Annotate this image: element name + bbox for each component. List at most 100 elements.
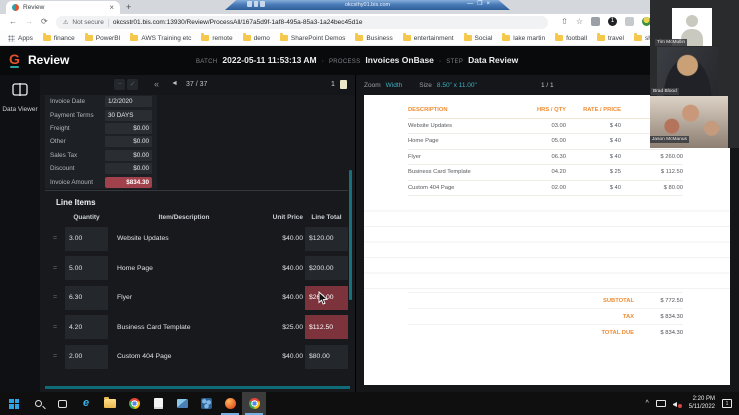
bookmark-folder[interactable]: demo [243, 35, 270, 42]
complete-task-button[interactable]: ✓ [127, 79, 138, 90]
data-viewer-panel: − ✓ « ◄ 37 / 37 1 Invoice Date 1/2/2020 … [40, 75, 355, 392]
description-cell[interactable]: Website Updates [108, 235, 260, 242]
unit-price-cell[interactable]: $40.00 [260, 294, 305, 301]
description-cell[interactable]: Home Page [108, 265, 260, 272]
rdp-pin-lock-icons[interactable] [247, 1, 265, 7]
forward-icon[interactable]: → [25, 18, 33, 26]
drag-handle-icon[interactable]: = [45, 265, 65, 272]
quantity-cell[interactable]: 6.30 [65, 286, 108, 310]
bookmark-folder[interactable]: PowerBI [85, 35, 121, 42]
field-input[interactable]: $0.00 [105, 150, 152, 161]
bookmark-folder[interactable]: Social [464, 35, 493, 42]
chrome-active-button[interactable] [242, 392, 266, 415]
doc-total-row: TOTAL DUE $ 834.30 [408, 324, 683, 340]
internet-explorer-button[interactable]: e [74, 392, 98, 415]
bookmark-folder[interactable]: SharePoint Demos [280, 35, 346, 42]
previous-document-icon[interactable]: ◄ [171, 80, 178, 87]
extension-badge-icon[interactable]: 1 [608, 17, 617, 26]
url-text[interactable]: okcsstr01.bis.com:13930/Review/ProcessAl… [113, 19, 363, 26]
quantity-cell[interactable]: 5.00 [65, 256, 108, 280]
sidebar-item-data-viewer[interactable]: Data Viewer [0, 75, 40, 114]
new-tab-button[interactable]: + [126, 2, 131, 12]
folder-icon [85, 35, 93, 41]
taskbar-clock[interactable]: 2:20 PM 5/11/2022 [689, 396, 715, 412]
field-input[interactable]: $834.30 [105, 177, 152, 188]
first-document-icon[interactable]: « [154, 79, 159, 89]
line-total-cell[interactable]: $200.00 [305, 256, 348, 280]
unit-price-cell[interactable]: $40.00 [260, 235, 305, 242]
quantity-cell[interactable]: 3.00 [65, 227, 108, 251]
description-header: Item/Description [108, 214, 260, 221]
back-icon[interactable]: ← [9, 18, 17, 26]
not-secure-warning-icon[interactable]: ⚠ [63, 19, 68, 26]
chrome-button[interactable] [122, 392, 146, 415]
field-row: Discount $0.00 [45, 162, 157, 175]
vertical-scrollbar[interactable] [349, 170, 352, 300]
bookmark-folder[interactable]: remote [201, 35, 232, 42]
unit-price-cell[interactable]: $25.00 [260, 324, 305, 331]
description-cell[interactable]: Flyer [108, 294, 260, 301]
page-size-value[interactable]: 8.50" x 11.00" [437, 82, 477, 89]
speaker-muted-icon[interactable] [673, 400, 682, 408]
network-app-icon [201, 398, 212, 409]
line-total-cell[interactable]: $80.00 [305, 345, 348, 369]
pin-icon[interactable] [247, 1, 252, 7]
description-cell[interactable]: Custom 404 Page [108, 353, 260, 360]
field-input[interactable]: 30 DAYS [105, 110, 152, 121]
file-explorer-button[interactable] [98, 392, 122, 415]
unit-price-cell[interactable]: $40.00 [260, 353, 305, 360]
folder-icon [555, 35, 563, 41]
doc-header-row: DESCRIPTION HRS / QTY RATE / PRICE [408, 103, 683, 119]
browser-tab[interactable]: Review × [6, 1, 120, 14]
rdp-close-button[interactable]: × [486, 0, 490, 9]
share-icon[interactable]: ⇧ [561, 18, 568, 26]
drag-handle-icon[interactable]: = [45, 324, 65, 331]
extension-icon-2[interactable] [625, 17, 634, 26]
start-button[interactable] [2, 392, 26, 415]
field-input[interactable]: 1/2/2020 [105, 96, 152, 107]
search-button[interactable] [26, 392, 50, 415]
app-button[interactable] [194, 392, 218, 415]
browser-toolbar: ← → ⟳ ⚠ Not secure okcsstr01.bis.com:139… [0, 14, 739, 31]
address-bar[interactable]: ⚠ Not secure okcsstr01.bis.com:13930/Rev… [56, 16, 548, 29]
horizontal-scrollbar[interactable] [45, 386, 350, 389]
description-cell[interactable]: Business Card Template [108, 324, 260, 331]
line-total-cell[interactable]: $112.50 [305, 315, 348, 339]
drag-handle-icon[interactable]: = [45, 235, 65, 242]
extension-icon[interactable] [591, 17, 600, 26]
notepad-button[interactable] [146, 392, 170, 415]
field-input[interactable]: $0.00 [105, 136, 152, 147]
action-center-icon[interactable]: 1 [722, 399, 732, 408]
line-total-cell[interactable]: $120.00 [305, 227, 348, 251]
tab-close-icon[interactable]: × [109, 4, 114, 12]
unit-price-cell[interactable]: $40.00 [260, 265, 305, 272]
flag-task-button[interactable]: − [114, 79, 125, 90]
zoom-mode-select[interactable]: Width [386, 82, 403, 89]
bookmark-folder[interactable]: finance [43, 35, 75, 42]
orange-app-button[interactable] [218, 392, 242, 415]
bookmark-folder[interactable]: lake martin [502, 35, 545, 42]
bookmark-folder[interactable]: entertainment [403, 35, 454, 42]
apps-shortcut[interactable]: Apps [8, 35, 33, 42]
bookmark-folder[interactable]: AWS Training etc [130, 35, 191, 42]
quantity-cell[interactable]: 4.20 [65, 315, 108, 339]
drag-handle-icon[interactable]: = [45, 294, 65, 301]
bookmark-folder[interactable]: Business [355, 35, 392, 42]
field-label: Freight [45, 125, 105, 132]
rdp-minimize-button[interactable]: — [467, 0, 473, 9]
bookmark-folder[interactable]: travel [597, 35, 624, 42]
photos-button[interactable] [170, 392, 194, 415]
drag-handle-icon[interactable]: = [45, 353, 65, 360]
field-row: Payment Terms 30 DAYS [45, 108, 157, 121]
task-view-button[interactable] [50, 392, 74, 415]
field-label: Payment Terms [45, 112, 105, 119]
network-icon[interactable] [656, 400, 666, 407]
quantity-cell[interactable]: 2.00 [65, 345, 108, 369]
bookmark-star-icon[interactable]: ☆ [576, 18, 583, 26]
field-input[interactable]: $0.00 [105, 123, 152, 134]
field-input[interactable]: $0.00 [105, 163, 152, 174]
rdp-restore-button[interactable]: ❐ [477, 0, 482, 9]
tray-expand-icon[interactable]: ^ [645, 400, 648, 407]
bookmark-folder[interactable]: football [555, 35, 587, 42]
reload-icon[interactable]: ⟳ [41, 18, 48, 26]
